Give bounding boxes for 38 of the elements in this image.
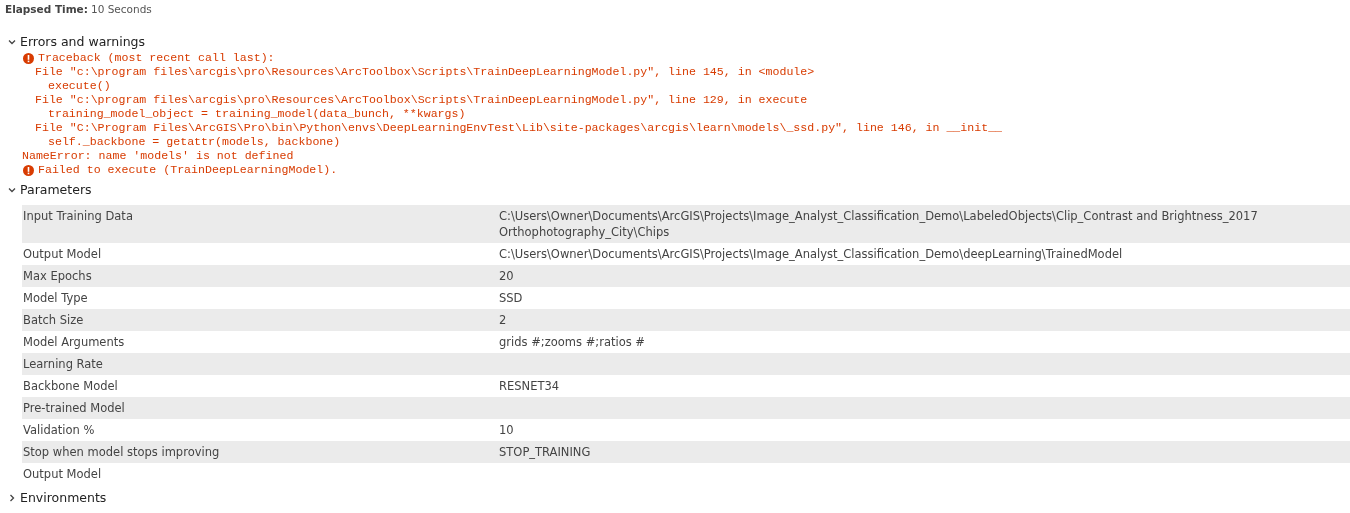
parameter-name: Learning Rate [23, 356, 104, 373]
elapsed-value: 10 Seconds [90, 3, 152, 17]
parameter-value: RESNET34 [499, 378, 561, 395]
traceback-line: execute() [48, 79, 111, 93]
parameter-name: Stop when model stops improving [23, 444, 221, 461]
parameter-name: Model Type [23, 290, 89, 307]
traceback-line: NameError: name 'models' is not defined [22, 149, 294, 163]
parameter-value: grids #;zooms #;ratios # [499, 334, 646, 351]
chevron-right-icon[interactable] [7, 492, 17, 503]
parameter-value: C:\Users\Owner\Documents\ArcGIS\Projects\Image_Analyst_Classification_Demo\deepLearning\TrainedModel [499, 246, 1124, 263]
error-message: Traceback (most recent call last): [38, 51, 275, 65]
parameter-value: 20 [499, 268, 515, 285]
traceback-line: training_model_object = training_model(data_bunch, **kwargs) [48, 107, 466, 121]
traceback-line: File "c:\program files\arcgis\pro\Resources\ArcToolbox\Scripts\TrainDeepLearningModel.py", line 129, in execute [35, 93, 808, 107]
parameter-name: Validation % [23, 422, 96, 439]
parameter-name: Backbone Model [23, 378, 119, 395]
parameter-name: Output Model [23, 246, 103, 263]
section-title[interactable]: Parameters [20, 181, 92, 197]
section-title[interactable]: Environments [20, 489, 107, 505]
parameter-name: Output Model [23, 466, 103, 483]
parameter-name: Input Training Data [23, 208, 134, 225]
parameter-name: Max Epochs [23, 268, 93, 285]
parameter-value: SSD [499, 290, 524, 307]
section-title[interactable]: Errors and warnings [20, 33, 145, 49]
parameter-value: 2 [499, 312, 508, 329]
parameter-value: 10 [499, 422, 515, 439]
parameter-value: C:\Users\Owner\Documents\ArcGIS\Projects\Image_Analyst_Classification_Demo\LabeledObjects\Clip_Contrast and Brightness_2017 Orthophotography_City\Chips [499, 208, 1259, 241]
error-icon [23, 164, 34, 176]
parameter-value: STOP_TRAINING [499, 444, 592, 461]
traceback-line: self._backbone = getattr(models, backbone) [48, 135, 341, 149]
error-message: Failed to execute (TrainDeepLearningModel). [38, 163, 338, 177]
traceback-line: File "C:\Program Files\ArcGIS\Pro\bin\Python\envs\DeepLearningEnvTest\Lib\site-packages\arcgis\learn\models\_ssd.py", line 146, in __init__ [35, 121, 1003, 135]
parameter-name: Batch Size [23, 312, 85, 329]
elapsed-label: Elapsed Time: [5, 3, 88, 17]
error-icon [23, 52, 34, 64]
parameter-name: Pre-trained Model [23, 400, 126, 417]
parameter-name: Model Arguments [23, 334, 126, 351]
traceback-line: File "c:\program files\arcgis\pro\Resources\ArcToolbox\Scripts\TrainDeepLearningModel.py", line 145, in <module> [35, 65, 815, 79]
